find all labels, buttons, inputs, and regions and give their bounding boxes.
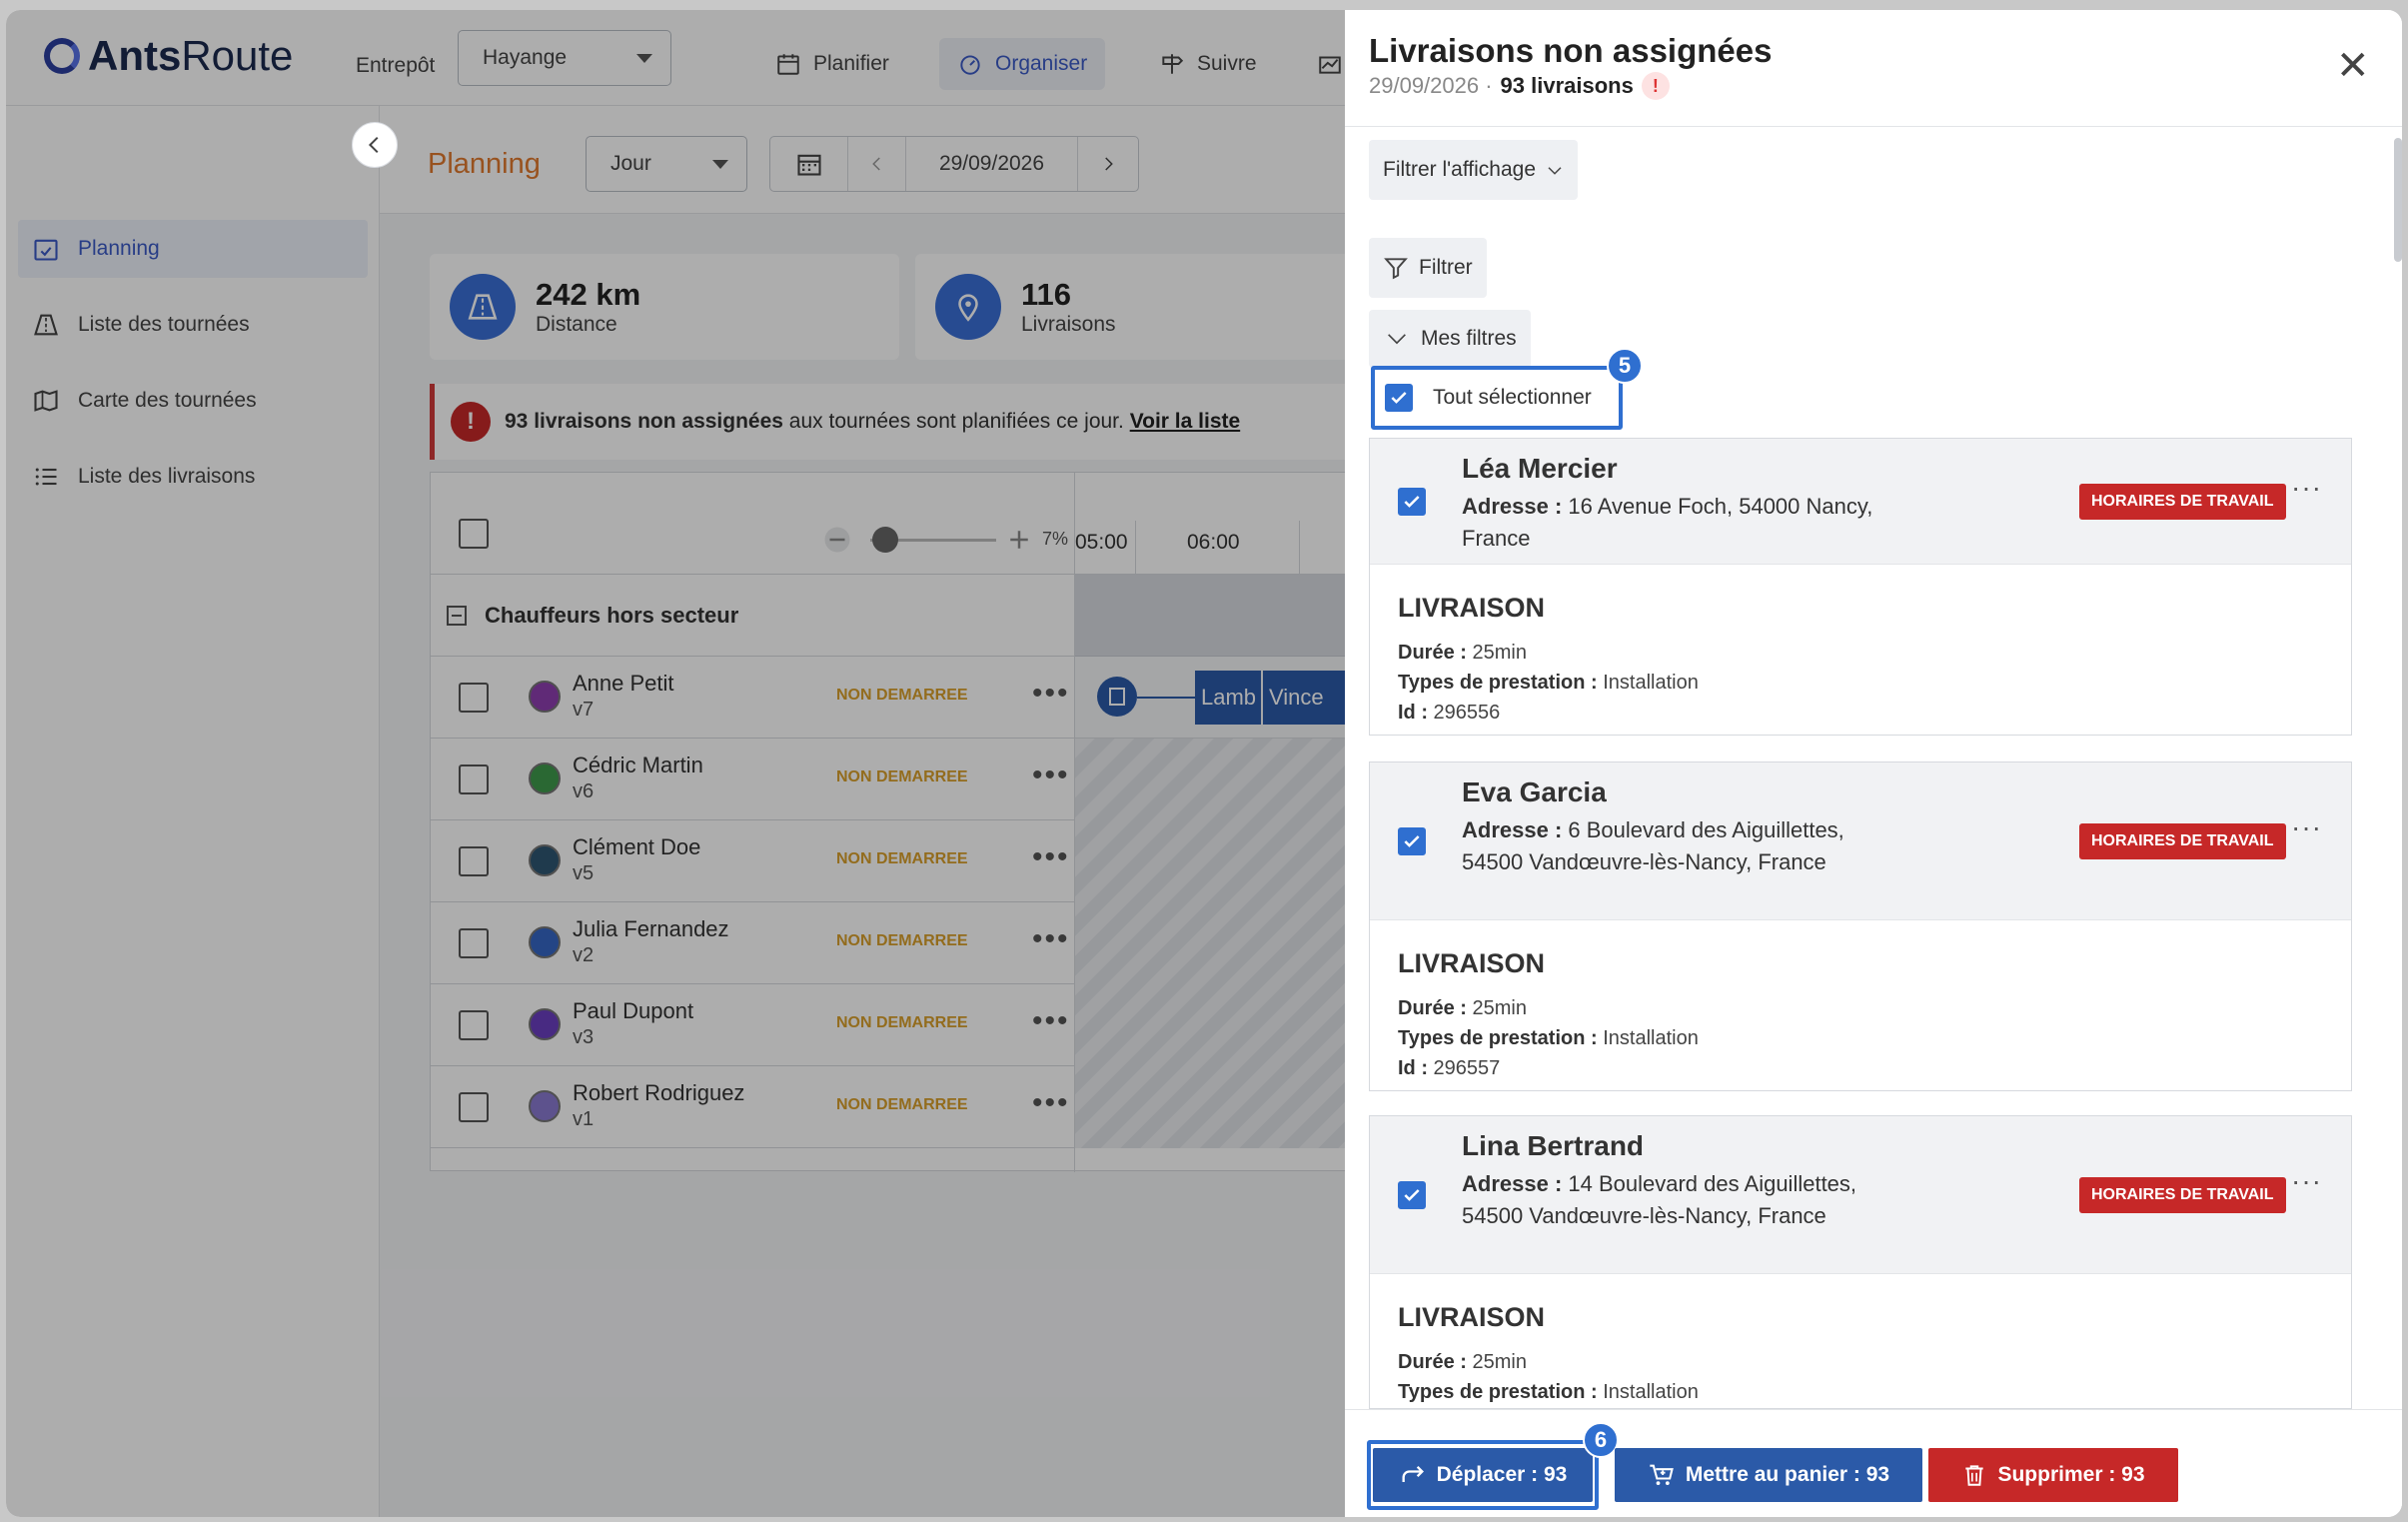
card-header: Léa Mercier Adresse : 16 Avenue Foch, 540… [1370, 439, 2351, 565]
scrollbar[interactable] [2394, 138, 2402, 262]
check-icon [1404, 835, 1420, 847]
customer-name: Léa Mercier [1462, 453, 1618, 484]
customer-address: Adresse : 14 Boulevard des Aiguillettes,… [1462, 1168, 1881, 1232]
service-type: Types de prestation : Installation [1398, 668, 2323, 698]
service-value: Installation [1603, 672, 1699, 694]
modal-backdrop[interactable] [6, 10, 1345, 1517]
move-label: Déplacer : 93 [1436, 1463, 1568, 1486]
panel-title: Livraisons non assignées [1369, 32, 1773, 69]
delivery-checkbox[interactable] [1398, 1181, 1426, 1209]
more-options-icon[interactable]: ··· [2291, 472, 2322, 504]
app-window: AntsRoute Entrepôt Hayange Planifier Org… [6, 10, 2402, 1517]
work-hours-tag: HORAIRES DE TRAVAIL [2079, 484, 2286, 520]
duration-label: Durée : [1398, 1351, 1473, 1373]
filter-display-label: Filtrer l'affichage [1383, 158, 1537, 181]
warning-icon: ! [1641, 72, 1670, 100]
delivery-type: LIVRAISON [1398, 1302, 1546, 1332]
redirect-arrow-icon [1402, 1466, 1424, 1482]
customer-name: Lina Bertrand [1462, 1130, 1645, 1161]
customer-name: Eva Garcia [1462, 776, 1607, 807]
filter-display-button[interactable]: Filtrer l'affichage [1369, 140, 1579, 200]
panel-subtitle: 29/09/2026 · 93 livraisons ! [1369, 72, 1670, 100]
duration: Durée : 25min [1398, 993, 2323, 1023]
panel-count: 93 livraisons [1500, 73, 1634, 98]
duration-value: 25min [1472, 1351, 1527, 1373]
service-type: Types de prestation : Installation [1398, 1023, 2323, 1053]
trash-icon [1965, 1465, 1984, 1486]
check-icon [1404, 1189, 1420, 1201]
address-label: Adresse : [1462, 817, 1569, 842]
more-options-icon[interactable]: ··· [2291, 1165, 2322, 1197]
duration: Durée : 25min [1398, 638, 2323, 668]
chevron-down-icon [1548, 167, 1562, 175]
check-icon [1404, 496, 1420, 508]
service-label: Types de prestation : [1398, 672, 1604, 694]
select-all-checkbox[interactable] [1385, 384, 1413, 412]
address-label: Adresse : [1462, 1171, 1569, 1196]
card-body: LIVRAISON Durée : 25min Types de prestatio… [1370, 1274, 2351, 1408]
action-footer: Déplacer : 93 6 Mettre au panier : 93 Su… [1345, 1409, 2402, 1517]
id-label: Id : [1398, 702, 1434, 724]
cart-label: Mettre au panier : 93 [1685, 1463, 1890, 1486]
service-label: Types de prestation : [1398, 1381, 1604, 1403]
collapse-sidebar-button[interactable] [352, 122, 398, 168]
panel-date: 29/09/2026 · [1369, 73, 1493, 98]
duration-value: 25min [1472, 997, 1527, 1019]
service-type: Types de prestation : Installation [1398, 1377, 2323, 1407]
id-value: 296557 [1433, 1057, 1501, 1079]
step-badge: 6 [1583, 1422, 1619, 1458]
delivery-type: LIVRAISON [1398, 593, 1546, 623]
step-badge: 5 [1607, 348, 1643, 384]
customer-address: Adresse : 6 Boulevard des Aiguillettes, … [1462, 814, 1881, 878]
card-body: LIVRAISON Durée : 25min Types de prestatio… [1370, 920, 2351, 1083]
delivery-checkbox[interactable] [1398, 488, 1426, 516]
work-hours-tag: HORAIRES DE TRAVAIL [2079, 1177, 2286, 1213]
address-label: Adresse : [1462, 494, 1569, 519]
unassigned-panel: Livraisons non assignées 29/09/2026 · 93… [1345, 10, 2402, 1517]
service-label: Types de prestation : [1398, 1027, 1604, 1049]
delivery-id: Id : 296556 [1398, 698, 2323, 728]
duration-label: Durée : [1398, 642, 1473, 664]
delivery-card[interactable]: Eva Garcia Adresse : 6 Boulevard des Aigu… [1369, 761, 2352, 1091]
id-label: Id : [1398, 1057, 1434, 1079]
work-hours-tag: HORAIRES DE TRAVAIL [2079, 823, 2286, 859]
my-filters-button[interactable]: Mes filtres [1369, 310, 1531, 368]
close-icon[interactable]: ✕ [2336, 46, 2370, 86]
delete-label: Supprimer : 93 [1997, 1463, 2145, 1486]
service-value: Installation [1603, 1027, 1699, 1049]
card-header: Eva Garcia Adresse : 6 Boulevard des Aigu… [1370, 762, 2351, 920]
delivery-card[interactable]: Léa Mercier Adresse : 16 Avenue Foch, 540… [1369, 438, 2352, 736]
chevron-down-icon [1388, 334, 1406, 345]
delivery-id: Id : 296557 [1398, 1053, 2323, 1083]
chevron-left-icon [368, 136, 379, 154]
customer-address: Adresse : 16 Avenue Foch, 54000 Nancy, F… [1462, 491, 1881, 555]
my-filters-label: Mes filtres [1421, 327, 1517, 350]
add-to-cart-button[interactable]: Mettre au panier : 93 [1615, 1448, 1922, 1502]
delivery-checkbox[interactable] [1398, 827, 1426, 855]
cart-plus-icon [1650, 1464, 1674, 1486]
filter-button[interactable]: Filtrer [1369, 238, 1487, 298]
more-options-icon[interactable]: ··· [2291, 811, 2322, 843]
move-button[interactable]: Déplacer : 93 [1373, 1448, 1593, 1502]
check-icon [1391, 392, 1407, 404]
service-value: Installation [1603, 1381, 1699, 1403]
card-header: Lina Bertrand Adresse : 14 Boulevard des … [1370, 1116, 2351, 1274]
duration: Durée : 25min [1398, 1347, 2323, 1377]
select-all-label[interactable]: Tout sélectionner [1433, 386, 1592, 410]
delivery-type: LIVRAISON [1398, 948, 1546, 978]
delivery-card[interactable]: Lina Bertrand Adresse : 14 Boulevard des … [1369, 1115, 2352, 1409]
card-body: LIVRAISON Durée : 25min Types de prestatio… [1370, 565, 2351, 728]
delete-button[interactable]: Supprimer : 93 [1928, 1448, 2178, 1502]
filter-label: Filtrer [1419, 256, 1473, 279]
duration-value: 25min [1472, 642, 1527, 664]
duration-label: Durée : [1398, 997, 1473, 1019]
id-value: 296556 [1433, 702, 1501, 724]
funnel-icon [1384, 258, 1408, 280]
